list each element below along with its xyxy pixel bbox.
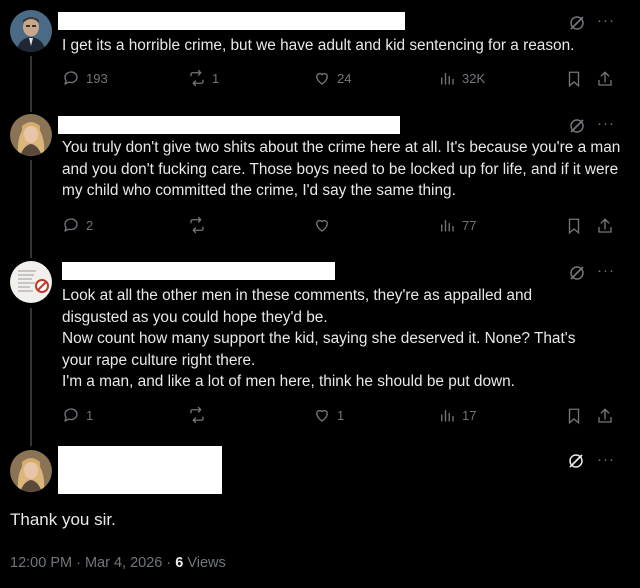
share-icon[interactable] bbox=[596, 407, 614, 425]
repost-button[interactable]: 1 bbox=[188, 68, 219, 88]
like-button[interactable]: 24 bbox=[313, 68, 351, 88]
post-views-label: Views bbox=[187, 555, 226, 571]
grok-icon[interactable] bbox=[568, 14, 586, 32]
reply-button[interactable]: 1 bbox=[62, 405, 93, 425]
grok-icon[interactable] bbox=[567, 452, 585, 470]
post-meta: 12:00 PM · Mar 4, 2026 · 6 Views bbox=[10, 555, 226, 571]
share-icon[interactable] bbox=[596, 70, 614, 88]
views-icon bbox=[441, 219, 454, 232]
post-time[interactable]: 12:00 PM bbox=[10, 555, 72, 571]
views-icon bbox=[441, 409, 454, 422]
like-icon bbox=[316, 219, 328, 232]
views-count: 17 bbox=[462, 407, 477, 423]
redacted-username bbox=[58, 12, 405, 30]
thread-line bbox=[30, 160, 32, 258]
reply-text-line: I'm a man, and like a lot of men here, t… bbox=[62, 373, 515, 390]
reply-text-line: disgusted as you could hope they'd be. bbox=[62, 308, 328, 326]
more-icon[interactable]: ··· bbox=[597, 263, 615, 278]
avatar[interactable] bbox=[10, 261, 52, 303]
thread-line bbox=[30, 308, 32, 446]
reply-count: 1 bbox=[86, 407, 94, 423]
share-icon[interactable] bbox=[596, 217, 614, 235]
repost-icon bbox=[190, 216, 204, 234]
redacted-username bbox=[62, 262, 335, 280]
bookmark-icon[interactable] bbox=[565, 70, 583, 88]
bookmark-icon[interactable] bbox=[565, 217, 583, 235]
views-button[interactable]: 77 bbox=[438, 215, 476, 235]
reply-icon bbox=[64, 71, 78, 85]
separator: · bbox=[166, 555, 176, 571]
like-icon bbox=[316, 72, 328, 85]
reply-count: 193 bbox=[86, 70, 108, 86]
views-icon bbox=[441, 72, 454, 85]
post-views-count: 6 bbox=[175, 555, 184, 571]
views-count: 77 bbox=[462, 217, 477, 233]
repost-count: 1 bbox=[212, 70, 220, 86]
grok-icon[interactable] bbox=[568, 117, 586, 135]
more-icon[interactable]: ··· bbox=[597, 13, 615, 28]
reply-button[interactable]: 193 bbox=[62, 68, 108, 88]
reply-text: I get its a horrible crime, but we have … bbox=[62, 37, 575, 54]
repost-button[interactable] bbox=[188, 405, 212, 425]
more-icon[interactable]: ··· bbox=[597, 116, 615, 131]
reply-text: Look at all the other men in these comme… bbox=[62, 285, 627, 393]
repost-icon bbox=[190, 69, 204, 87]
like-button[interactable] bbox=[313, 215, 337, 235]
like-count: 24 bbox=[337, 70, 352, 86]
redacted-username bbox=[58, 116, 400, 134]
bookmark-icon[interactable] bbox=[565, 407, 583, 425]
more-icon[interactable]: ··· bbox=[597, 452, 615, 467]
reply-icon bbox=[64, 408, 78, 422]
views-button[interactable]: 32K bbox=[438, 68, 485, 88]
reply-text-line: Look at all the other men in these comme… bbox=[62, 287, 533, 304]
thread-line bbox=[30, 56, 32, 112]
avatar[interactable] bbox=[10, 114, 52, 156]
like-count: 1 bbox=[337, 407, 345, 423]
avatar[interactable] bbox=[10, 10, 52, 52]
separator: · bbox=[76, 555, 85, 571]
like-icon bbox=[316, 409, 328, 422]
reply-icon bbox=[64, 218, 78, 232]
redacted-username bbox=[58, 446, 222, 494]
reply-button[interactable]: 2 bbox=[62, 215, 93, 235]
views-button[interactable]: 17 bbox=[438, 405, 476, 425]
post-date[interactable]: Mar 4, 2026 bbox=[85, 555, 162, 571]
reply-count: 2 bbox=[86, 217, 94, 233]
like-button[interactable]: 1 bbox=[313, 405, 344, 425]
views-count: 32K bbox=[462, 70, 486, 86]
reply-text: You truly don't give two shits about the… bbox=[62, 139, 621, 199]
reply-text-line: your rape culture right there. bbox=[62, 351, 256, 369]
main-post-text: Thank you sir. bbox=[10, 510, 116, 529]
avatar[interactable] bbox=[10, 450, 52, 492]
reply-text-line: Now count how many support the kid, sayi… bbox=[62, 330, 576, 347]
grok-icon[interactable] bbox=[568, 264, 586, 282]
repost-button[interactable] bbox=[188, 215, 212, 235]
repost-icon bbox=[190, 406, 204, 424]
